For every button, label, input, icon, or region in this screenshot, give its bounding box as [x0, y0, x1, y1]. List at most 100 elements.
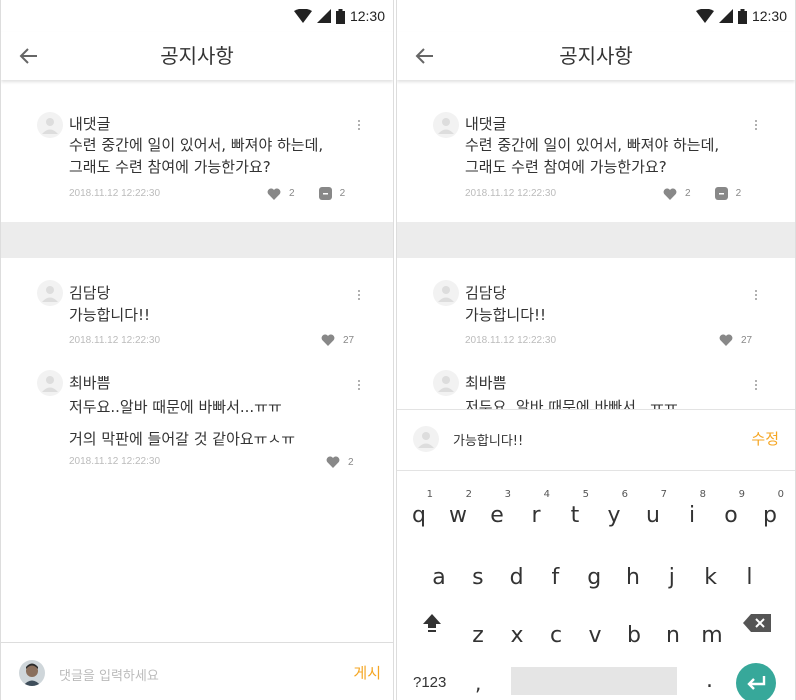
key-s[interactable]: s [460, 551, 496, 595]
comma-key[interactable]: , [475, 671, 481, 695]
heart-icon[interactable] [663, 187, 677, 200]
key-r[interactable]: r4 [518, 489, 554, 533]
signal-icon [718, 9, 733, 23]
comment-stats: 2 2 [663, 187, 741, 200]
reply-author: 최바쁨 [69, 374, 111, 392]
reply-date: 2018.11.12 12:22:30 [69, 335, 161, 346]
key-label: q [412, 503, 426, 528]
key-hint-number: 3 [504, 489, 511, 500]
key-hint-number: 1 [426, 489, 433, 500]
user-placeholder-icon [42, 376, 58, 392]
app-bar: 공지사항 [397, 32, 795, 80]
page-title: 공지사항 [160, 44, 234, 68]
user-placeholder-icon [418, 432, 434, 448]
period-key[interactable]: . [706, 668, 713, 693]
edit-button[interactable]: 수정 [751, 428, 779, 449]
comment-date: 2018.11.12 12:22:30 [465, 188, 557, 199]
symbols-key[interactable]: ?123 [413, 674, 446, 691]
like-count: 2 [348, 456, 354, 468]
edit-input[interactable]: 가능합니다!! [453, 430, 523, 449]
section-divider [1, 222, 393, 258]
avatar [37, 370, 63, 396]
key-t[interactable]: t5 [557, 489, 593, 533]
key-label: m [701, 623, 723, 648]
key-w[interactable]: w2 [440, 489, 476, 533]
key-l[interactable]: l [731, 551, 767, 595]
key-label: f [551, 565, 560, 590]
reply-text-line2: 거의 막판에 들어갈 것 같아요ㅠㅅㅠ [69, 430, 296, 448]
space-key[interactable] [511, 667, 677, 695]
key-z[interactable]: z [460, 609, 496, 653]
like-count: 27 [741, 334, 753, 346]
user-avatar [19, 660, 45, 686]
key-f[interactable]: f [537, 551, 573, 595]
key-label: j [668, 565, 675, 590]
backspace-icon[interactable] [743, 614, 771, 632]
key-hint-number: 4 [543, 489, 550, 500]
like-count: 2 [289, 188, 295, 199]
key-label: s [472, 565, 484, 590]
edit-input-bar: 가능합니다!! 수정 [397, 409, 795, 471]
status-time: 12:30 [751, 8, 787, 24]
screen-editing: 12:30 공지사항 내댓글 수련 중간에 일이 있어서, 빠져야 하는데, 그… [396, 0, 796, 700]
key-a[interactable]: a [421, 551, 457, 595]
more-menu-icon[interactable] [354, 288, 364, 302]
key-g[interactable]: g [576, 551, 612, 595]
key-v[interactable]: v [577, 609, 613, 653]
section-divider [397, 222, 795, 258]
comment-text-line1: 수련 중간에 일이 있어서, 빠져야 하는데, [69, 136, 324, 154]
reply-item: 최바쁨 저두요..알바 때문에 바빠서...ㅠㅠ 거의 막판에 들어갈 것 같아… [1, 370, 393, 470]
key-k[interactable]: k [693, 551, 729, 595]
avatar [433, 112, 459, 138]
key-q[interactable]: q1 [401, 489, 437, 533]
key-h[interactable]: h [615, 551, 651, 595]
reply-date: 2018.11.12 12:22:30 [69, 456, 161, 467]
key-label: p [763, 503, 777, 528]
key-e[interactable]: e3 [479, 489, 515, 533]
comment-stats: 2 2 [267, 187, 345, 200]
heart-icon[interactable] [719, 334, 733, 346]
wifi-icon [695, 9, 714, 23]
comment-icon[interactable] [714, 187, 728, 200]
key-hint-number: 6 [621, 489, 628, 500]
key-b[interactable]: b [616, 609, 652, 653]
key-m[interactable]: m [694, 609, 730, 653]
key-j[interactable]: j [654, 551, 690, 595]
heart-icon[interactable] [267, 187, 281, 200]
more-menu-icon[interactable] [751, 288, 761, 302]
key-n[interactable]: n [655, 609, 691, 653]
key-hint-number: 8 [699, 489, 706, 500]
more-menu-icon[interactable] [354, 378, 364, 392]
key-p[interactable]: p0 [752, 489, 788, 533]
more-menu-icon[interactable] [751, 118, 761, 132]
comment-input[interactable]: 댓글을 입력하세요 [59, 665, 159, 684]
key-label: u [646, 503, 660, 528]
key-label: z [472, 623, 484, 648]
key-o[interactable]: o9 [713, 489, 749, 533]
post-button[interactable]: 게시 [353, 662, 381, 683]
key-label: v [588, 623, 602, 648]
comment-text-line1: 수련 중간에 일이 있어서, 빠져야 하는데, [465, 136, 720, 154]
app-bar: 공지사항 [1, 32, 393, 80]
key-hint-number: 5 [582, 489, 589, 500]
key-label: h [626, 565, 640, 590]
key-x[interactable]: x [499, 609, 535, 653]
more-menu-icon[interactable] [751, 378, 761, 392]
reply-author: 최바쁨 [465, 374, 507, 392]
like-count: 2 [685, 188, 691, 199]
comment-icon[interactable] [318, 187, 332, 200]
key-d[interactable]: d [499, 551, 535, 595]
key-u[interactable]: u7 [635, 489, 671, 533]
shift-icon[interactable] [421, 612, 443, 634]
key-i[interactable]: i8 [674, 489, 710, 533]
key-label: k [704, 565, 717, 590]
reply-stats: 27 [719, 334, 752, 346]
enter-key[interactable] [736, 663, 776, 700]
key-y[interactable]: y6 [596, 489, 632, 533]
soft-keyboard: q1w2e3r4t5y6u7i8o9p0 asdfghjkl zxcvbnm ?… [397, 471, 795, 700]
key-c[interactable]: c [538, 609, 574, 653]
reply-item: 김담당 가능합니다!! 2018.11.12 12:22:30 27 [397, 280, 795, 350]
heart-icon[interactable] [321, 334, 335, 346]
heart-icon[interactable] [326, 456, 340, 468]
more-menu-icon[interactable] [354, 118, 364, 132]
